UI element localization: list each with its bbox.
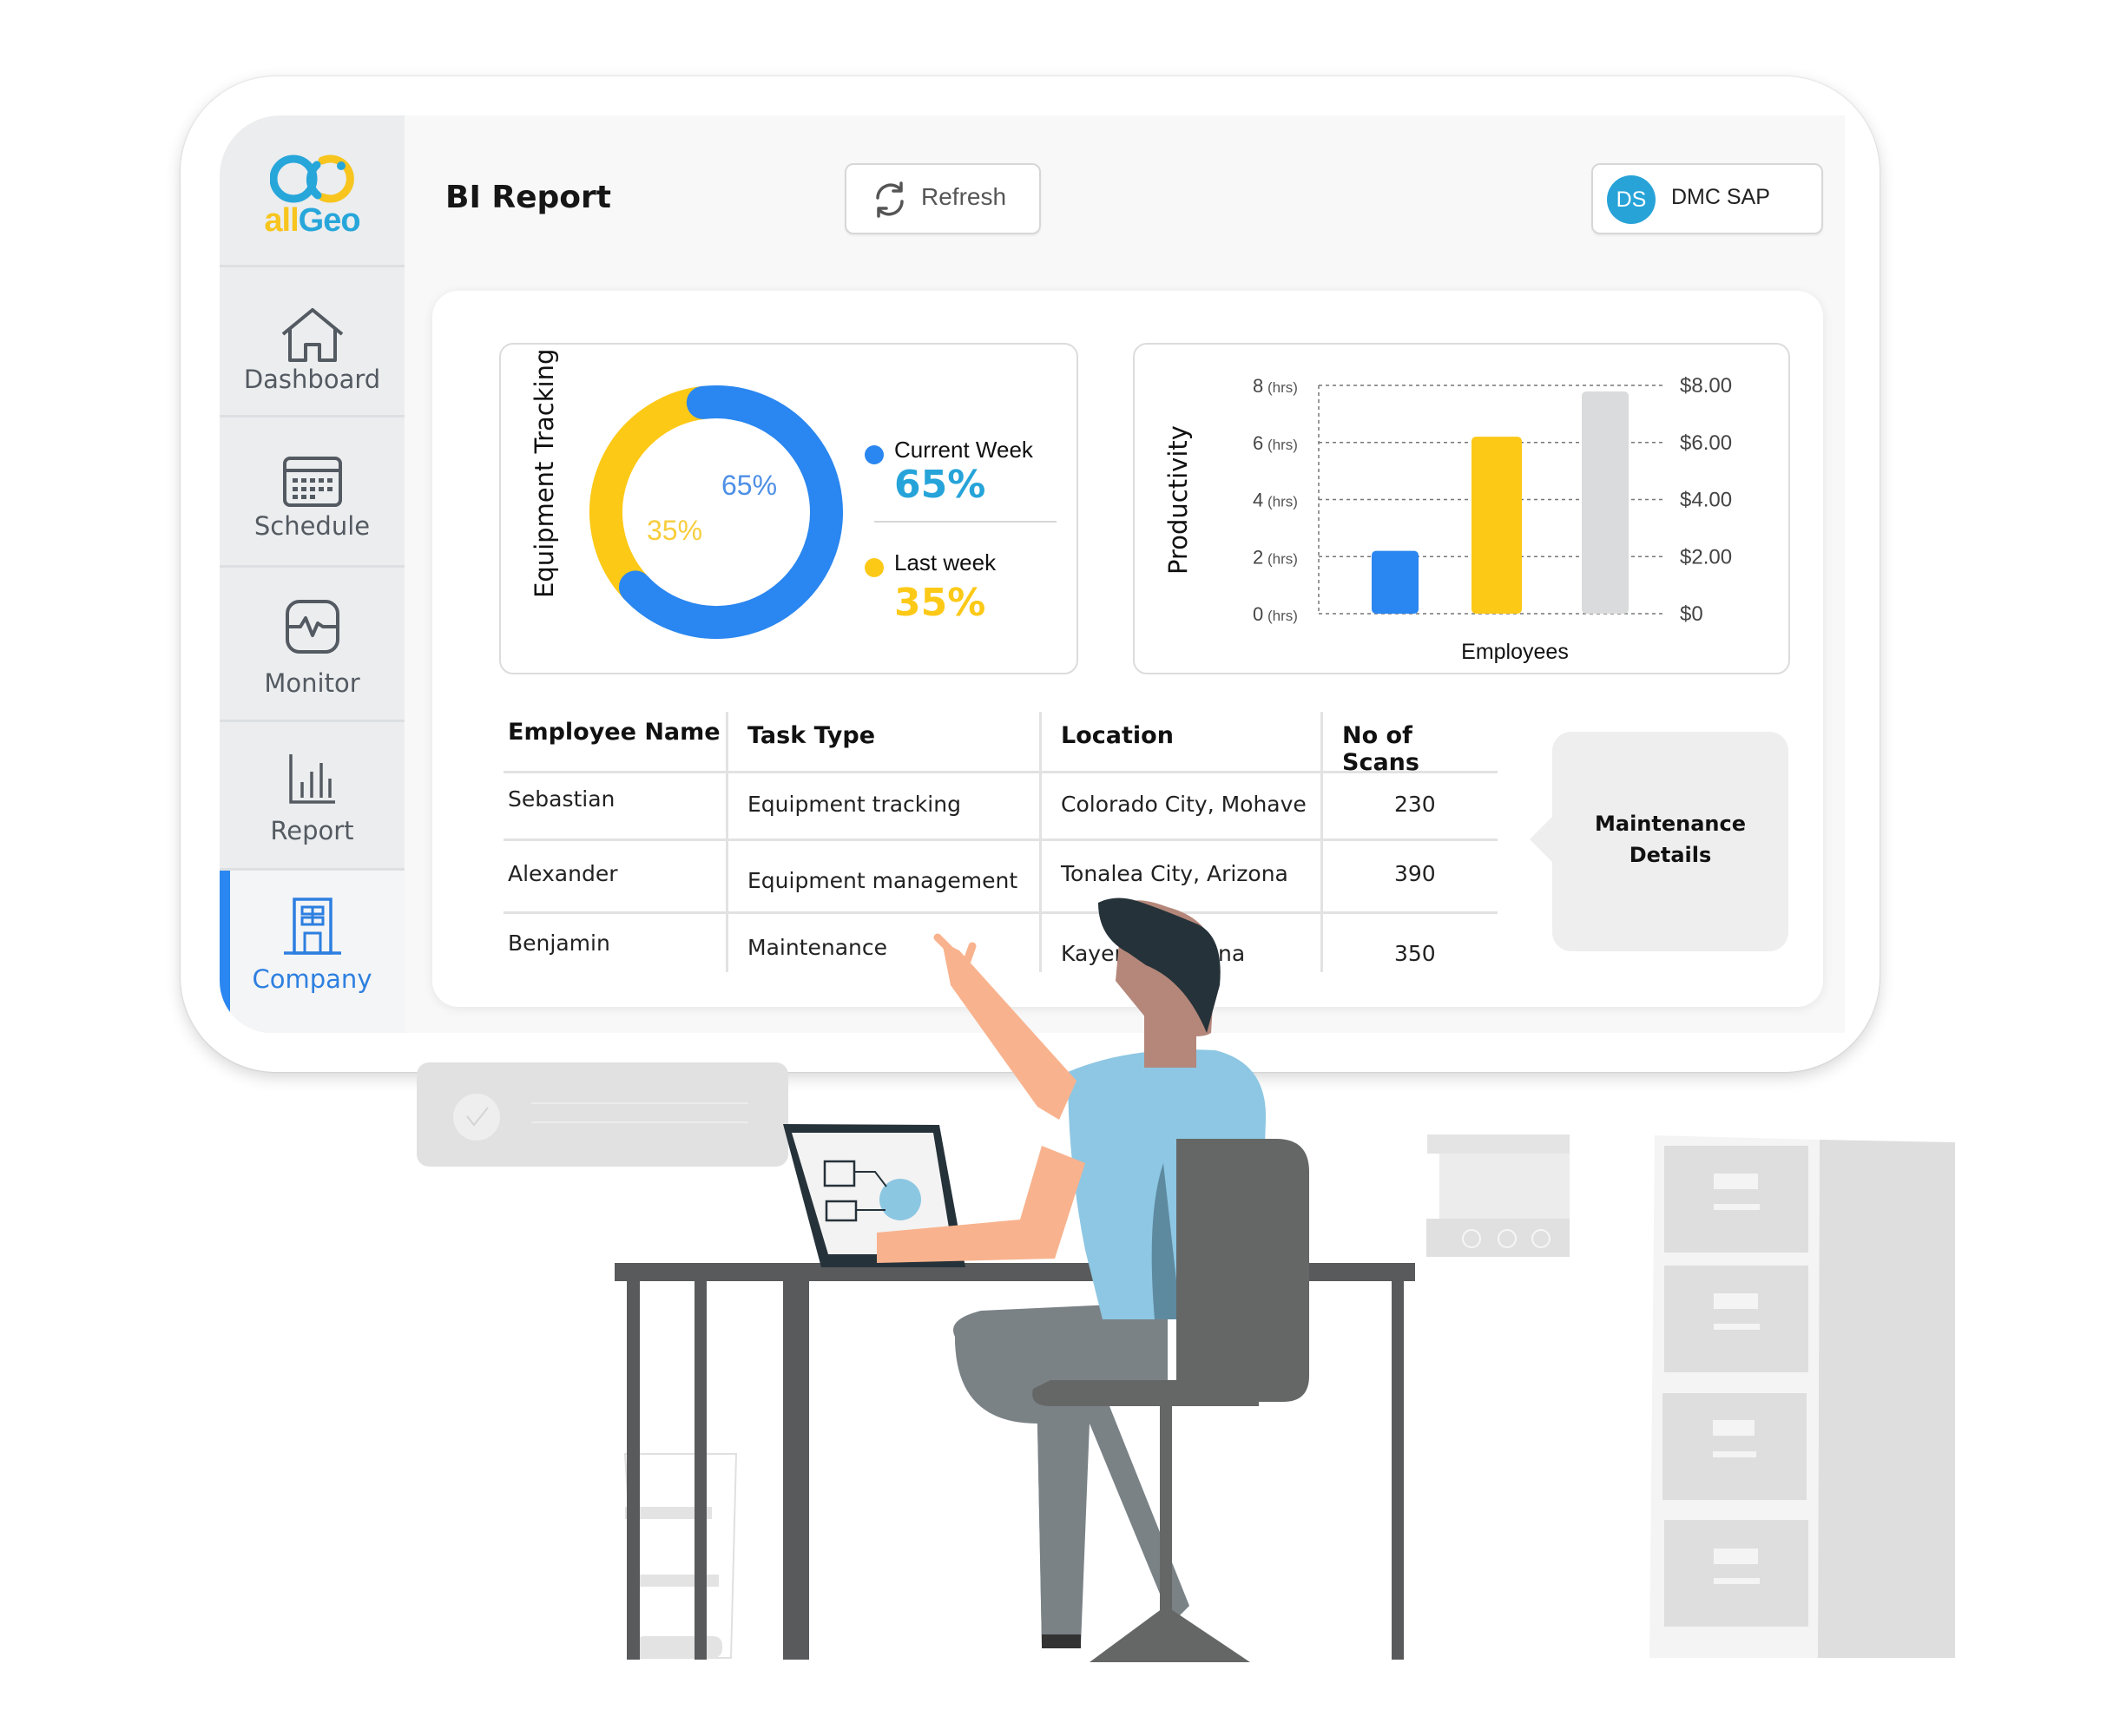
bar xyxy=(1582,391,1629,614)
calendar-icon xyxy=(220,456,405,508)
y-tick-unit: (hrs) xyxy=(1267,379,1298,396)
app-window: allGeo Dashboard Schedule Monitor Report… xyxy=(220,115,1845,1033)
notification-card-illustration xyxy=(417,1062,788,1167)
row-divider xyxy=(504,838,1498,841)
legend-dot-last-week xyxy=(865,558,884,577)
column-divider xyxy=(726,712,728,972)
donut-title: Equipment Tracking xyxy=(530,348,559,598)
table-cell: Colorado City, Mohave xyxy=(1061,792,1307,817)
donut-cap xyxy=(618,570,652,604)
table-cell: Tonalea City, Arizona xyxy=(1061,861,1288,886)
filing-cabinet-illustration xyxy=(1649,1135,1955,1658)
legend-label-last-week: Last week xyxy=(894,549,997,575)
donut-slice-last-week xyxy=(589,386,706,599)
avatar: DS xyxy=(1607,175,1656,224)
table-cell: Alexander xyxy=(508,861,618,886)
legend-dot-current-week xyxy=(865,445,884,464)
column-header[interactable]: Employee Name xyxy=(508,719,721,746)
logo-wordmark: allGeo xyxy=(264,202,360,239)
sidebar-item-report[interactable]: Report xyxy=(220,722,405,871)
column-divider xyxy=(1320,712,1323,972)
y2-tick-label: $2.00 xyxy=(1680,545,1732,569)
x-axis-label: Employees xyxy=(1461,640,1569,664)
table-cell: Equipment management xyxy=(747,868,1018,893)
y-tick-label: 4 xyxy=(1253,490,1263,511)
maintenance-details-button[interactable]: Maintenance Details xyxy=(1530,732,1788,951)
chair-illustration xyxy=(1032,1139,1309,1662)
table-cell: 230 xyxy=(1394,792,1436,817)
sidebar-item-dashboard[interactable]: Dashboard xyxy=(220,267,405,418)
table-cell: Sebastian xyxy=(508,786,616,812)
user-name: DMC SAP xyxy=(1671,185,1770,209)
productivity-card: Productivity 0 (hrs) $0 2 (hrs) $2.00 4 (hrs) $4… xyxy=(1133,343,1790,674)
sidebar-item-company[interactable]: Company xyxy=(220,871,405,1033)
table-cell: Maintenance xyxy=(747,935,887,960)
sidebar-item-label: Dashboard xyxy=(243,365,381,394)
column-header[interactable]: Location xyxy=(1061,722,1174,749)
row-divider xyxy=(504,771,1498,773)
sidebar-item-label: Monitor xyxy=(264,668,360,698)
allgeo-logo-icon xyxy=(270,155,354,203)
y2-tick-label: $8.00 xyxy=(1680,374,1732,398)
table-cell: Equipment tracking xyxy=(747,792,961,817)
legend-value-last-week: 35% xyxy=(894,581,986,625)
donut-label-last-week: 35% xyxy=(647,515,702,546)
row-divider xyxy=(504,911,1498,914)
donut-label-current-week: 65% xyxy=(721,470,777,501)
y-tick-unit: (hrs) xyxy=(1267,550,1298,567)
legend-value-current-week: 65% xyxy=(894,463,986,507)
maintenance-details-label: Maintenance Details xyxy=(1594,812,1746,867)
pulse-monitor-icon xyxy=(220,599,405,654)
page-title: BI Report xyxy=(445,180,611,215)
donut-chart: 65% 35% xyxy=(589,385,843,639)
column-header[interactable]: Task Type xyxy=(747,722,875,749)
refresh-icon xyxy=(876,181,904,218)
sidebar-item-label: Company xyxy=(252,964,372,994)
table-cell: Benjamin xyxy=(508,930,610,956)
y-tick-unit: (hrs) xyxy=(1267,608,1298,624)
y-tick-label: 6 xyxy=(1253,432,1263,454)
legend-divider xyxy=(874,521,1057,523)
y-tick-label: 0 xyxy=(1253,603,1263,625)
table-cell: 350 xyxy=(1394,941,1436,966)
allgeo-logo[interactable]: allGeo xyxy=(220,115,405,267)
table-cell: 390 xyxy=(1394,861,1436,886)
sidebar-item-label: Report xyxy=(270,816,354,845)
building-icon xyxy=(220,897,405,956)
y-tick-unit: (hrs) xyxy=(1267,494,1298,510)
sidebar-item-monitor[interactable]: Monitor xyxy=(220,568,405,722)
legend-label-current-week: Current Week xyxy=(894,437,1033,463)
waste-basket-illustration xyxy=(623,1453,738,1659)
laptop-illustration xyxy=(783,1124,965,1267)
column-header[interactable]: No of Scans xyxy=(1342,722,1498,776)
bar-chart-icon xyxy=(220,753,405,805)
donut-slice-current-week xyxy=(623,385,843,639)
refresh-button[interactable]: Refresh xyxy=(845,163,1041,234)
table-cell: Kayenta, Arizona xyxy=(1061,941,1246,966)
y2-tick-label: $6.00 xyxy=(1680,431,1732,455)
desk-illustration xyxy=(615,1263,1415,1660)
y2-tick-label: $0 xyxy=(1680,602,1703,626)
employee-table: Employee Name Task Type Location No of Scan… xyxy=(504,712,1498,990)
y2-tick-label: $4.00 xyxy=(1680,489,1732,512)
report-content-card: Equipment Tracking 65% 35% Current Week 6… xyxy=(432,291,1823,1007)
donut-cap xyxy=(686,385,720,419)
sidebar: allGeo Dashboard Schedule Monitor Report… xyxy=(220,115,405,1033)
home-icon xyxy=(220,306,405,364)
bar xyxy=(1471,437,1522,614)
y-tick-unit: (hrs) xyxy=(1267,437,1298,453)
refresh-label: Refresh xyxy=(921,183,1007,210)
equipment-tracking-card: Equipment Tracking 65% 35% Current Week 6… xyxy=(499,343,1078,674)
column-divider xyxy=(1039,712,1042,972)
user-menu-button[interactable]: DS DMC SAP xyxy=(1591,163,1823,234)
y-tick-label: 2 xyxy=(1253,546,1263,568)
y-tick-label: 8 xyxy=(1253,375,1263,397)
printer-illustration xyxy=(1426,1134,1570,1257)
bar xyxy=(1372,550,1419,614)
sidebar-item-schedule[interactable]: Schedule xyxy=(220,418,405,568)
productivity-bar-chart: 0 (hrs) $02 (hrs) $2.004 (hrs) $4.006 (hrs) $6.0… xyxy=(1253,374,1732,664)
sidebar-item-label: Schedule xyxy=(253,511,371,541)
